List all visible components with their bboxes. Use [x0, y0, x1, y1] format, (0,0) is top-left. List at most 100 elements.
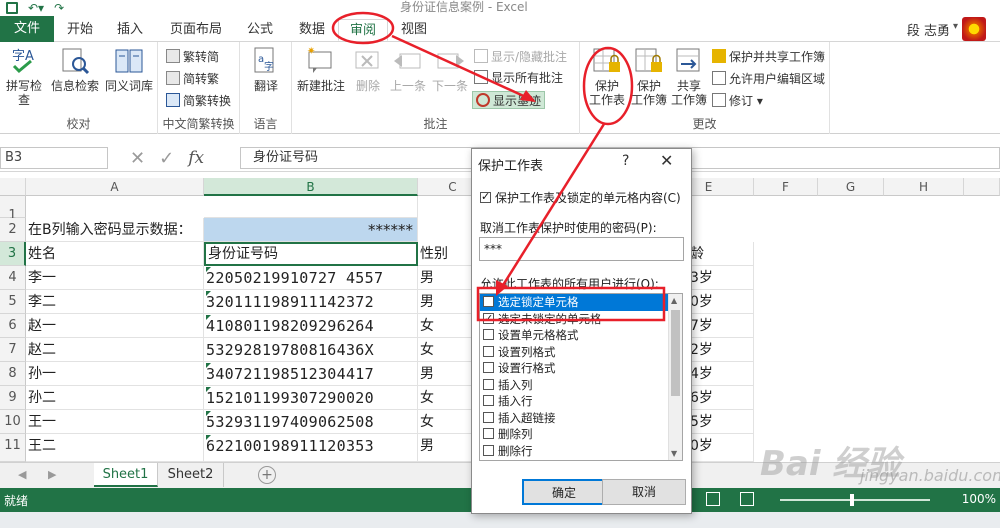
- cell-name[interactable]: 赵二: [26, 338, 204, 362]
- ok-button[interactable]: 确定: [522, 479, 606, 505]
- add-sheet-icon[interactable]: +: [258, 466, 276, 484]
- checkbox-icon[interactable]: [483, 378, 494, 390]
- scroll-left-icon[interactable]: ◀: [18, 468, 26, 481]
- row-header-2[interactable]: 2: [0, 218, 26, 242]
- checkbox-icon[interactable]: [483, 444, 494, 456]
- column-header-a[interactable]: A: [26, 178, 204, 196]
- enter-icon[interactable]: ✓: [159, 148, 174, 169]
- cancel-icon[interactable]: ✕: [130, 148, 145, 169]
- cell-name[interactable]: 李一: [26, 266, 204, 290]
- cell-name[interactable]: 孙一: [26, 362, 204, 386]
- checkbox-icon[interactable]: [483, 345, 494, 357]
- translate-button[interactable]: a字 翻译: [246, 46, 286, 93]
- column-header-b[interactable]: B: [204, 178, 418, 196]
- sheet-tab-1[interactable]: Sheet1: [94, 463, 158, 487]
- column-header-f[interactable]: F: [754, 178, 818, 196]
- scrollbar-thumb[interactable]: [671, 310, 680, 396]
- permission-item[interactable]: 选定锁定单元格: [480, 294, 682, 311]
- checkbox-icon[interactable]: [483, 329, 494, 340]
- column-header-g[interactable]: G: [818, 178, 884, 196]
- list-scrollbar[interactable]: ▲ ▼: [668, 294, 682, 460]
- checkbox-icon[interactable]: [483, 428, 494, 439]
- zoom-level[interactable]: 100%: [962, 492, 996, 506]
- protect-share-button[interactable]: 保护并共享工作簿: [712, 48, 825, 66]
- row-header-8[interactable]: 8: [0, 362, 26, 386]
- cell-id[interactable]: 53292819780816436X: [204, 338, 418, 362]
- row-header-9[interactable]: 9: [0, 386, 26, 410]
- checkbox-icon[interactable]: [483, 362, 494, 373]
- avatar[interactable]: [962, 17, 986, 41]
- cell-id[interactable]: 22050219910727 4557: [204, 266, 418, 290]
- row-header-6[interactable]: 6: [0, 314, 26, 338]
- scroll-right-icon[interactable]: ▶: [48, 468, 56, 481]
- allow-edit-ranges-button[interactable]: 允许用户编辑区域: [712, 70, 825, 88]
- checkbox-checked-icon[interactable]: [483, 311, 494, 327]
- help-icon[interactable]: ?: [622, 153, 629, 169]
- protect-contents-checkbox[interactable]: 保护工作表及锁定的单元格内容(C): [480, 189, 681, 206]
- cell-b1[interactable]: [204, 196, 418, 218]
- next-comment-button[interactable]: 下一条: [430, 46, 470, 93]
- tab-page-layout[interactable]: 页面布局: [164, 19, 228, 41]
- redo-icon[interactable]: ↷: [54, 2, 64, 14]
- name-box[interactable]: B3: [0, 147, 108, 169]
- close-icon[interactable]: ✕: [660, 151, 673, 170]
- cell-a2[interactable]: 在B列输入密码显示数据：: [26, 218, 204, 242]
- cell-name[interactable]: 王二: [26, 434, 204, 462]
- thesaurus-button[interactable]: 同义词库: [102, 46, 156, 93]
- row-header-5[interactable]: 5: [0, 290, 26, 314]
- show-all-comments-button[interactable]: 显示所有批注: [474, 69, 563, 87]
- scroll-up-icon[interactable]: ▲: [671, 296, 677, 305]
- tab-review[interactable]: 审阅: [338, 19, 388, 41]
- row-header-7[interactable]: 7: [0, 338, 26, 362]
- permission-item[interactable]: 设置列格式: [480, 344, 682, 361]
- cell-name[interactable]: 王一: [26, 410, 204, 434]
- row-header-10[interactable]: 10: [0, 410, 26, 434]
- show-ink-button[interactable]: 显示墨迹: [472, 91, 546, 109]
- show-hide-comment-button[interactable]: 显示/隐藏批注: [474, 48, 567, 66]
- checkbox-icon[interactable]: [483, 411, 494, 423]
- research-button[interactable]: 信息检索: [50, 46, 100, 93]
- zoom-slider-thumb[interactable]: [850, 494, 854, 506]
- permission-item[interactable]: 设置行格式: [480, 360, 682, 377]
- permission-item[interactable]: 删除行: [480, 443, 682, 460]
- checkbox-icon[interactable]: [483, 395, 494, 406]
- permission-item[interactable]: 设置单元格格式: [480, 327, 682, 344]
- tab-view[interactable]: 视图: [392, 19, 436, 41]
- cell-name[interactable]: 孙二: [26, 386, 204, 410]
- cell-name[interactable]: 李二: [26, 290, 204, 314]
- column-header-extra[interactable]: [964, 178, 1000, 196]
- row-header-4[interactable]: 4: [0, 266, 26, 290]
- row-header-3[interactable]: 3: [0, 242, 26, 266]
- checkbox-checked-icon[interactable]: [480, 190, 491, 203]
- cell-b2[interactable]: ******: [204, 218, 418, 242]
- cell-id[interactable]: 622100198911120353: [204, 434, 418, 462]
- tab-insert[interactable]: 插入: [108, 19, 152, 41]
- row-header-1[interactable]: 1: [0, 196, 26, 223]
- cell-id[interactable]: 532931197409062508: [204, 410, 418, 434]
- prev-comment-button[interactable]: 上一条: [388, 46, 428, 93]
- protect-workbook-button[interactable]: 保护 工作簿: [628, 46, 670, 107]
- permission-item[interactable]: 选定未锁定的单元格: [480, 311, 682, 328]
- select-all-corner[interactable]: [0, 178, 26, 196]
- row-header-11[interactable]: 11: [0, 434, 26, 462]
- cell-id[interactable]: 152101199307290020: [204, 386, 418, 410]
- share-workbook-button[interactable]: 共享 工作簿: [668, 46, 710, 107]
- save-icon[interactable]: [6, 2, 18, 14]
- cell-id[interactable]: 410801198209296264: [204, 314, 418, 338]
- cell-name[interactable]: 赵一: [26, 314, 204, 338]
- zoom-slider[interactable]: [780, 499, 930, 501]
- cell-id[interactable]: 320111198911142372: [204, 290, 418, 314]
- cell-b3[interactable]: 身份证号码: [204, 242, 418, 266]
- cell-a3[interactable]: 姓名: [26, 242, 204, 266]
- tab-file[interactable]: 文件: [0, 16, 54, 42]
- spell-check-button[interactable]: 字A 拼写检查: [2, 46, 46, 107]
- page-layout-view-icon[interactable]: [740, 492, 754, 506]
- password-field[interactable]: ***: [479, 237, 684, 261]
- user-name[interactable]: 段 志勇: [907, 20, 950, 39]
- column-header-h[interactable]: H: [884, 178, 964, 196]
- checkbox-icon[interactable]: [483, 296, 494, 307]
- undo-icon[interactable]: ↶▾: [28, 2, 44, 14]
- tab-data[interactable]: 数据: [290, 19, 334, 41]
- insert-function-icon[interactable]: fx: [188, 148, 204, 168]
- chevron-down-icon[interactable]: ▾: [953, 21, 958, 32]
